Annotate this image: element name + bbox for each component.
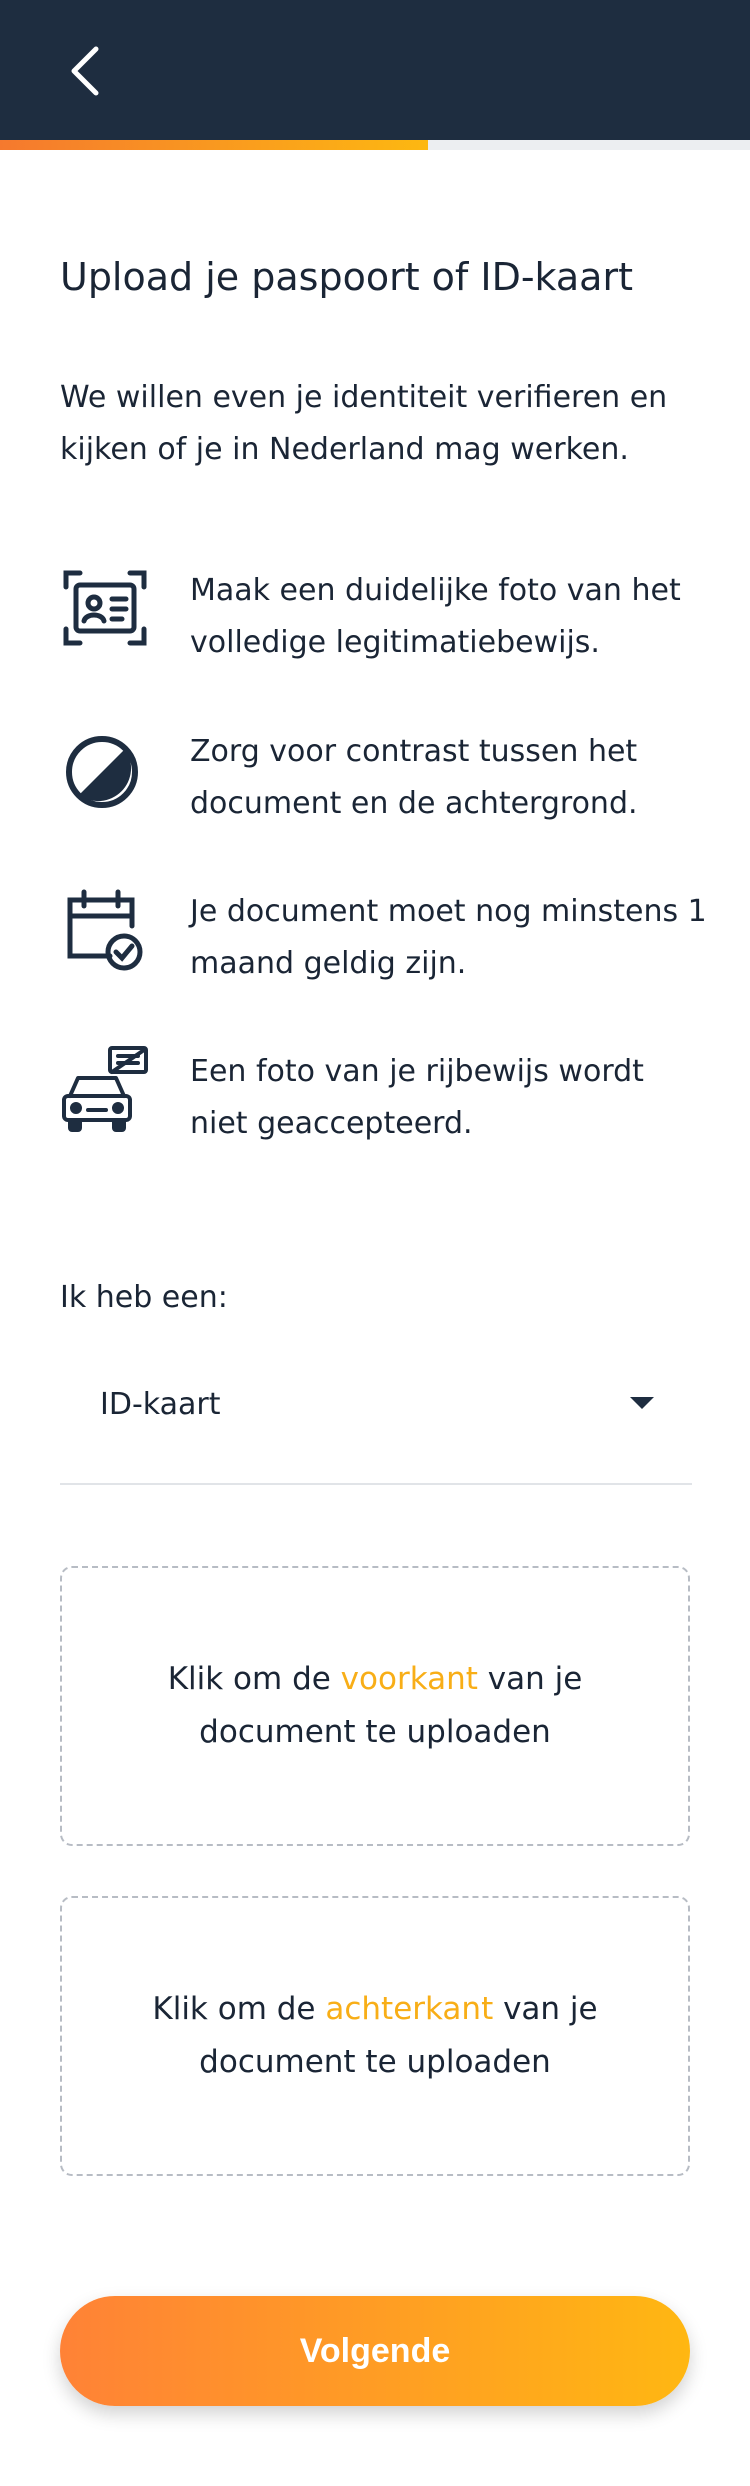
tip-text: Zorg voor contrast tussen het document e…: [190, 734, 638, 821]
id-card-scan-icon: [63, 570, 147, 646]
contrast-icon: [66, 736, 138, 808]
car-license-icon: [62, 1046, 148, 1132]
page-title: Upload je paspoort of ID-kaart: [60, 255, 633, 299]
tip-item-license: Een foto van je rijbewijs wordt niet gea…: [60, 1046, 700, 1156]
document-type-value: ID-kaart: [100, 1387, 221, 1422]
next-button-label: Volgende: [299, 2331, 451, 2370]
document-type-select[interactable]: ID-kaart: [60, 1365, 692, 1485]
upload-front-text: Klik om de voorkant van je document te u…: [167, 1661, 583, 1750]
tip-text: Je document moet nog minstens 1 maand ge…: [190, 894, 707, 981]
next-button[interactable]: Volgende: [60, 2296, 690, 2406]
tip-item-contrast: Zorg voor contrast tussen het document e…: [60, 726, 700, 836]
upload-back-highlight: achterkant: [325, 1991, 494, 2027]
progress-bar-fill: [0, 140, 428, 150]
intro-text: We willen even je identiteit verifieren …: [60, 380, 668, 467]
upload-front-button[interactable]: Klik om de voorkant van je document te u…: [60, 1566, 690, 1846]
document-type-label: Ik heb een:: [60, 1280, 228, 1315]
calendar-check-icon: [67, 889, 143, 971]
tip-item-photo: Maak een duidelijke foto van het volledi…: [60, 565, 700, 675]
upload-back-button[interactable]: Klik om de achterkant van je document te…: [60, 1896, 690, 2176]
caret-down-icon: [630, 1397, 654, 1409]
upload-front-highlight: voorkant: [340, 1661, 478, 1697]
upload-back-text: Klik om de achterkant van je document te…: [152, 1991, 598, 2080]
back-button[interactable]: [50, 36, 120, 106]
chevron-left-icon: [71, 46, 99, 96]
top-bar: [0, 0, 750, 140]
tip-item-validity: Je document moet nog minstens 1 maand ge…: [60, 886, 707, 996]
progress-bar: [0, 140, 750, 150]
tip-text: Een foto van je rijbewijs wordt niet gea…: [190, 1054, 644, 1141]
tip-text: Maak een duidelijke foto van het volledi…: [190, 573, 681, 660]
